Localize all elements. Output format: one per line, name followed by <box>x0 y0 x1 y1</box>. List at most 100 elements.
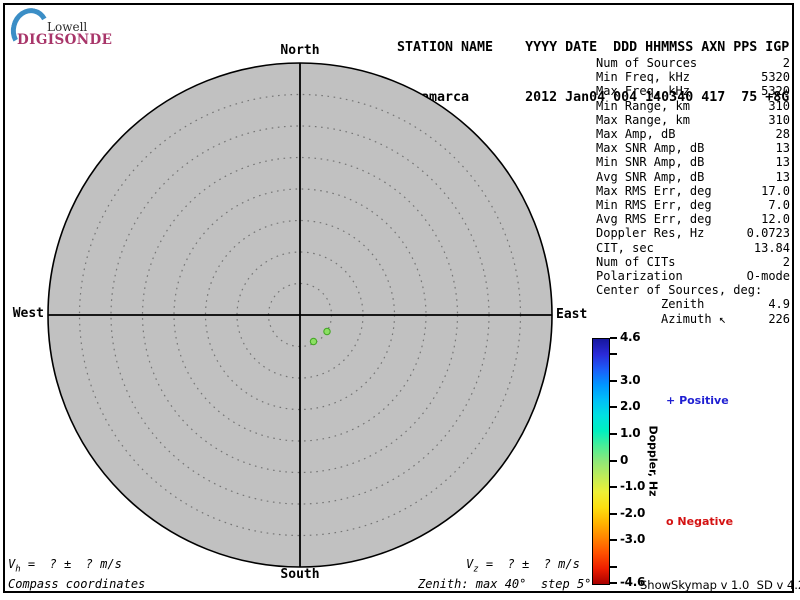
stat-value: 0.0723 <box>746 226 790 241</box>
vh-velocity-readout: Vh = ? ± ? m/s <box>8 557 122 574</box>
stat-label: Min RMS Err, deg <box>596 198 712 213</box>
stat-value: 7.0 <box>768 198 790 213</box>
vz-value: = ? ± ? m/s <box>478 557 580 571</box>
stat-value: 12.0 <box>761 212 790 227</box>
stat-value: 4.9 <box>768 297 790 312</box>
stat-value: 310 <box>768 112 790 127</box>
doppler-colorbar-ticks: 4.6 3.0 2.0 1.0 0 -1.0 -2.0 -3.0 -4.6 <box>610 330 670 589</box>
stat-value: 28 <box>775 127 790 142</box>
stat-value: 2 <box>782 56 790 70</box>
colorbar-tick-label: 3.0 <box>620 372 641 387</box>
stat-label: Min Freq, kHz <box>596 70 690 85</box>
stat-label: Polarization <box>596 269 683 284</box>
stat-row: Avg RMS Err, deg 12.0 <box>596 212 790 226</box>
stat-value: 5320 <box>761 70 790 85</box>
stat-row: Min Range, km 310 <box>596 99 790 113</box>
stat-label: Min Range, km <box>596 98 690 113</box>
stat-value: 13 <box>775 141 790 156</box>
skymap-polar-plot <box>47 62 553 568</box>
colorbar-tick-label: 1.0 <box>620 425 641 440</box>
skymap-source-point <box>323 327 331 336</box>
app-version: ShowSkymap v 1.0 SD v 4.2 <box>640 578 800 592</box>
stat-row: Avg SNR Amp, dB 13 <box>596 170 790 184</box>
stat-label: Avg SNR Amp, dB <box>596 169 705 184</box>
stat-row: CIT, sec 13.84 <box>596 241 790 255</box>
stat-row: Num of Sources 2 <box>596 56 790 70</box>
stat-row: Max Range, km 310 <box>596 113 790 127</box>
compass-label-south: South <box>280 567 320 582</box>
stat-value: O-mode <box>746 269 790 284</box>
stat-value: 2 <box>782 254 790 269</box>
compass-label-east: East <box>556 307 588 322</box>
stat-value: 13.84 <box>753 240 790 255</box>
stat-label: Max SNR Amp, dB <box>596 141 705 156</box>
colorbar-tick <box>610 539 617 542</box>
stat-label: Center of Sources, deg: <box>596 283 763 298</box>
measurement-stats-panel: Num of Sources 2 Min Freq, kHz 5320 Max Freq… <box>596 56 790 326</box>
zenith-range-note: Zenith: max 40° step 5° <box>418 577 592 591</box>
stat-row: Min Freq, kHz 5320 <box>596 70 790 84</box>
colorbar-tick-label: 4.6 <box>620 330 641 344</box>
colorbar-tick <box>610 352 617 355</box>
colorbar-tick <box>610 582 617 584</box>
stat-row: Num of CITs 2 <box>596 255 790 269</box>
stat-row: Azimuth ↖ 226 <box>596 312 790 326</box>
compass-label-west: West <box>12 306 44 321</box>
stat-label: CIT, sec <box>596 240 654 255</box>
colorbar-tick <box>610 432 617 435</box>
stat-row: Max SNR Amp, dB 13 <box>596 141 790 155</box>
stat-label: Num of Sources <box>596 56 698 70</box>
colorbar-tick <box>610 566 617 569</box>
coordinates-note: Compass coordinates <box>8 577 146 591</box>
plus-marker-icon: + <box>666 394 676 407</box>
circle-marker-icon: o <box>666 515 674 528</box>
stat-row: Max RMS Err, deg 17.0 <box>596 184 790 198</box>
stat-label: Doppler Res, Hz <box>596 226 705 241</box>
stat-value: 13 <box>775 169 790 184</box>
legend-positive-text: Positive <box>679 394 729 407</box>
colorbar-tick <box>610 379 617 382</box>
showskymap-window: { "logo": { "name": "Lowell", "product":… <box>0 0 800 600</box>
colorbar-tick <box>610 406 617 409</box>
stat-row: Zenith 4.9 <box>596 297 790 311</box>
vh-value: = ? ± ? m/s <box>20 557 122 571</box>
doppler-axis-title: Doppler, Hz <box>646 425 660 497</box>
stat-value: 226 <box>768 311 790 326</box>
legend-negative: o Negative <box>666 515 733 528</box>
lowell-digisonde-logo: Lowell DIGISONDE <box>6 4 116 55</box>
colorbar-tick <box>610 459 617 462</box>
stat-label: Max Freq, kHz <box>596 84 690 99</box>
stat-value: 17.0 <box>761 183 790 198</box>
colorbar-tick-label: -1.0 <box>620 479 646 494</box>
station-header-columns: STATION NAME YYYY DATE DDD HHMMSS AXN PP… <box>397 40 790 55</box>
compass-label-north: North <box>280 43 320 58</box>
stat-label: Max Range, km <box>596 112 690 127</box>
stat-value: 310 <box>768 98 790 113</box>
stat-value: 13 <box>775 155 790 170</box>
stat-label: Num of CITs <box>596 254 676 269</box>
colorbar-tick <box>610 486 617 489</box>
legend-positive: + Positive <box>666 394 729 407</box>
stat-row: Center of Sources, deg: <box>596 283 790 297</box>
colorbar-tick-label: 0 <box>620 452 629 467</box>
stat-row: Min RMS Err, deg 7.0 <box>596 198 790 212</box>
colorbar-tick-label: -3.0 <box>620 532 646 547</box>
stat-row: Doppler Res, Hz 0.0723 <box>596 226 790 240</box>
stat-label: Max RMS Err, deg <box>596 183 712 198</box>
doppler-colorbar <box>592 338 610 585</box>
stat-row: Min SNR Amp, dB 13 <box>596 155 790 169</box>
stat-row: Polarization O-mode <box>596 269 790 283</box>
stat-label: Min SNR Amp, dB <box>596 155 705 170</box>
colorbar-tick <box>610 337 617 339</box>
logo-digisonde-text: DIGISONDE <box>17 32 113 48</box>
colorbar-tick <box>610 512 617 515</box>
vz-velocity-readout: Vz = ? ± ? m/s <box>466 557 580 574</box>
stat-row: Max Freq, kHz 5320 <box>596 84 790 98</box>
colorbar-tick-label: -2.0 <box>620 505 646 520</box>
legend-negative-text: Negative <box>677 515 734 528</box>
stat-label: Avg RMS Err, deg <box>596 212 712 227</box>
stat-label: Max Amp, dB <box>596 127 676 142</box>
skymap-source-point <box>309 337 318 346</box>
colorbar-tick-label: 2.0 <box>620 399 641 414</box>
stat-row: Max Amp, dB 28 <box>596 127 790 141</box>
